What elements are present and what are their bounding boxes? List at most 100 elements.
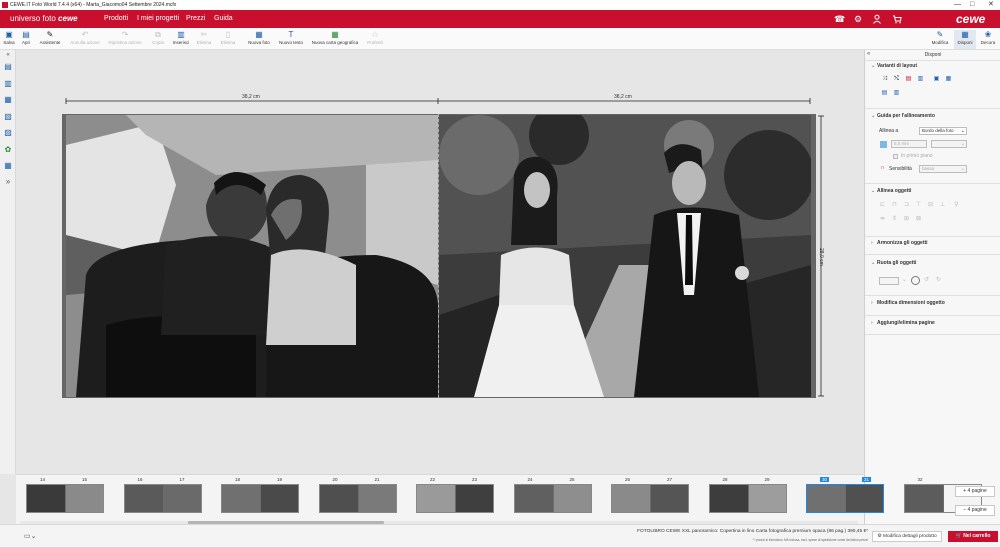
add-4-pages-button[interactable]: + 4 pagine	[955, 486, 995, 497]
new-text-button[interactable]: T Nuovo testo	[277, 30, 305, 45]
layouts-icon[interactable]: ▥	[3, 79, 13, 89]
expand-more-icon[interactable]: »	[3, 177, 13, 187]
shuffle-icon[interactable]: ⤨	[881, 76, 888, 83]
minimize-button[interactable]: —	[954, 0, 961, 10]
distribute-v-icon[interactable]: ⇕	[891, 216, 898, 223]
left-page-photo[interactable]	[66, 115, 438, 397]
brand-logo[interactable]: universo foto cewe	[10, 10, 78, 28]
delete-button[interactable]: ▯ Elimina	[218, 30, 238, 45]
backgrounds-icon[interactable]: ▧	[3, 112, 13, 122]
user-icon[interactable]	[872, 14, 882, 24]
same-height-icon[interactable]: ⊠	[915, 216, 922, 223]
layout-d-icon[interactable]: ▤	[881, 90, 888, 97]
width-dimension-line	[65, 98, 811, 104]
section-alignment-guide[interactable]: ⌄ Guida per l'allineamento	[871, 113, 935, 119]
align-middle-icon[interactable]: ⊟	[927, 202, 934, 209]
spread-thumbnail[interactable]	[611, 484, 689, 513]
tab-decora[interactable]: ❀ Decora	[978, 30, 998, 49]
status-bar: ▭⌄ FOTOLIBRO CEWE XXL panoramico: Copert…	[0, 524, 1000, 547]
foreground-checkbox[interactable]	[893, 154, 898, 159]
align-bottom-icon[interactable]: ⊥	[939, 202, 946, 209]
align-left-icon[interactable]: ⊏	[879, 202, 886, 209]
paste-button[interactable]: ▥ Inserisci	[170, 30, 192, 45]
page-number: 29	[764, 477, 770, 482]
section-harmonize-objects[interactable]: › Armonizza gli oggetti	[871, 240, 928, 246]
spread-thumbnail[interactable]	[123, 484, 202, 513]
cart-icon[interactable]	[892, 14, 902, 24]
distribute-h-icon[interactable]: ⇹	[879, 216, 886, 223]
spread-thumbnail[interactable]	[416, 484, 494, 513]
divider	[865, 108, 1000, 109]
spread-thumbnail[interactable]	[221, 484, 299, 513]
guide-color-swatch[interactable]	[880, 141, 887, 148]
nav-guida[interactable]: Guida	[214, 10, 233, 28]
redo-button[interactable]: ↷ Ripristina azione	[106, 30, 144, 45]
main-nav: universo foto cewe Prodotti I miei proge…	[0, 10, 1000, 28]
rotate-left-icon[interactable]: ↺	[923, 277, 930, 284]
right-page-photo[interactable]	[439, 115, 811, 397]
thumbnail-left-page	[904, 485, 943, 512]
tab-modifica[interactable]: ✎ Modifica	[928, 30, 952, 49]
undo-button[interactable]: ↶ Annulla azione	[68, 30, 102, 45]
frames-icon[interactable]: ▨	[3, 128, 13, 138]
spread-thumbnail[interactable]	[708, 484, 787, 513]
collapse-left-icon[interactable]: «	[3, 50, 13, 60]
swap-icon[interactable]: ⤭	[893, 76, 900, 83]
spread-thumbnail[interactable]	[318, 484, 397, 513]
close-window-button[interactable]: ✕	[988, 0, 994, 10]
modify-product-details-button[interactable]: ⚙ Modifica dettagli prodotto	[872, 531, 942, 542]
favorites-button[interactable]: ☆ Preferiti	[364, 30, 386, 45]
nav-miei-progetti[interactable]: I miei progetti	[137, 10, 179, 28]
phone-icon[interactable]: ☎	[834, 14, 845, 24]
layout-a-icon[interactable]: ▥	[917, 76, 924, 83]
spread-thumbnail[interactable]	[806, 484, 884, 513]
nav-prodotti[interactable]: Prodotti	[104, 10, 128, 28]
cut-button[interactable]: ✂ Elimina	[195, 30, 213, 45]
section-rotate-objects[interactable]: ⌄ Ruota gli oggetti	[871, 260, 916, 266]
clipart-icon[interactable]: ✿	[3, 145, 13, 155]
tab-disponi[interactable]: ▦ Disponi	[954, 30, 976, 49]
rotate-right-icon[interactable]: ↻	[935, 277, 942, 284]
rotation-dial-icon[interactable]	[911, 276, 920, 285]
section-add-remove-pages[interactable]: › Aggiungi/elimina pagine	[871, 320, 935, 326]
copy-button[interactable]: ⧉ Copia	[150, 30, 166, 45]
save-button[interactable]: ▣ Salva	[2, 30, 16, 45]
thumbnail-right-page	[456, 485, 493, 512]
thumbnail-left-page	[27, 485, 65, 512]
align-center-icon[interactable]: ⊓	[891, 202, 898, 209]
distribute-icon[interactable]: ⚲	[953, 202, 960, 209]
rotation-input[interactable]	[879, 277, 899, 285]
add-to-cart-button[interactable]: 🛒 Nel carrello	[948, 531, 998, 542]
align-to-select[interactable]: Bordo della foto ⌄	[919, 127, 967, 135]
spread-thumbnail[interactable]	[513, 484, 592, 513]
assistant-button[interactable]: ✎ Assistente	[38, 30, 62, 45]
mirror-icon[interactable]: ▤	[905, 76, 912, 83]
photos-icon[interactable]: ▤	[3, 62, 13, 72]
section-resize-objects[interactable]: › Modifica dimensioni oggetto	[871, 300, 945, 306]
view-options-icon[interactable]: ▭⌄	[24, 532, 36, 540]
sensitivity-select[interactable]: bassa ⌄	[919, 165, 967, 173]
open-button[interactable]: ▤ Apri	[19, 30, 33, 45]
maximize-button[interactable]: □	[970, 0, 974, 10]
remove-4-pages-button[interactable]: − 4 pagine	[955, 505, 995, 516]
thumbnail-left-page	[514, 485, 553, 512]
layout-c-icon[interactable]: ▦	[945, 76, 952, 83]
section-align-objects[interactable]: ⌄ Allinea oggetti	[871, 188, 911, 194]
same-width-icon[interactable]: ⊞	[903, 216, 910, 223]
grid-icon[interactable]: ▦	[3, 161, 13, 171]
align-top-icon[interactable]: ⊤	[915, 202, 922, 209]
spread-thumbnail[interactable]	[26, 484, 104, 513]
section-layout-variants[interactable]: ⌄ Varianti di layout	[871, 63, 917, 69]
undo-icon: ↶	[81, 30, 89, 39]
gear-icon[interactable]: ⚙	[853, 14, 863, 24]
pages-icon[interactable]: ▦	[3, 95, 13, 105]
new-photo-button[interactable]: ▦ Nuova foto	[246, 30, 272, 45]
align-right-icon[interactable]: ⊐	[903, 202, 910, 209]
margin-input[interactable]: 5,0 mm	[891, 140, 927, 148]
layout-e-icon[interactable]: ▥	[893, 90, 900, 97]
margin-unit-select[interactable]: ⌄	[931, 140, 967, 148]
new-map-button[interactable]: ▦ Nuova carta geografica	[311, 30, 359, 45]
nav-prezzi[interactable]: Prezzi	[186, 10, 205, 28]
rotate-step-icon[interactable]: ⌄	[901, 277, 908, 284]
layout-b-icon[interactable]: ▣	[933, 76, 940, 83]
